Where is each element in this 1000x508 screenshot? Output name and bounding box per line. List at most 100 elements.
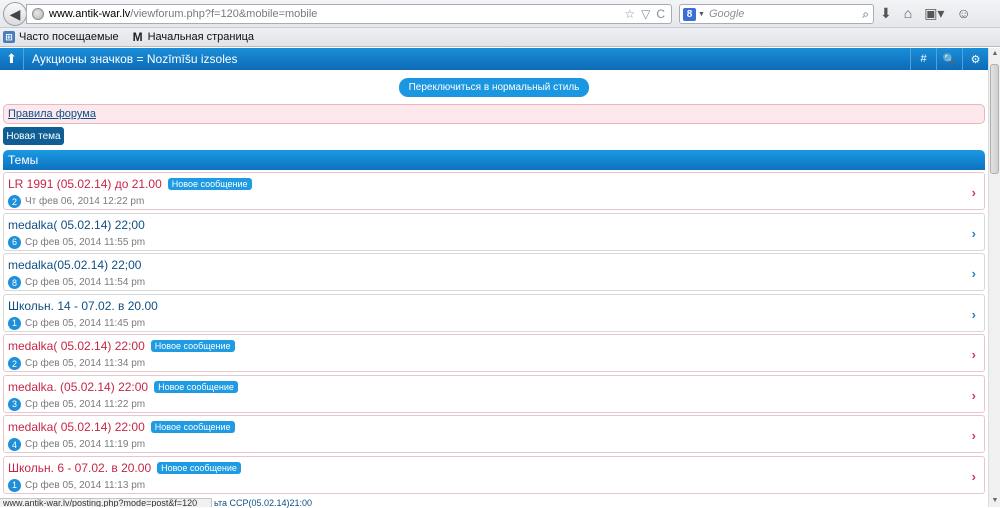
- page-viewport: ⬆ Аукционы значков = Nozīmīšu izsoles # …: [0, 48, 988, 507]
- topic-title[interactable]: LR 1991 (05.02.14) до 21.00 Новое сообщен…: [8, 177, 252, 191]
- switch-style-button[interactable]: Переключиться в нормальный стиль: [399, 78, 589, 97]
- topic-title-text[interactable]: medalka( 05.02.14) 22:00: [8, 420, 145, 434]
- topic-title[interactable]: medalka( 05.02.14) 22;00: [8, 218, 145, 232]
- new-message-badge: Новое сообщение: [157, 461, 241, 474]
- topic-meta: 2 Ср фев 05, 2014 11:34 pm: [8, 357, 145, 370]
- address-bar[interactable]: www.antik-war.lv/viewforum.php?f=120&mob…: [26, 4, 672, 24]
- forum-title: Аукционы значков = Nozīmīšu izsoles: [32, 52, 238, 66]
- topic-title[interactable]: Школьн. 14 - 07.02. в 20.00: [8, 299, 158, 313]
- topic-meta: 6 Ср фев 05, 2014 11:55 pm: [8, 235, 146, 249]
- chevron-right-icon[interactable]: ›: [972, 388, 976, 403]
- topic-date: Ср фев 05, 2014 11:54 pm: [25, 277, 146, 288]
- up-arrow-icon[interactable]: ⬆: [0, 48, 24, 70]
- topic-meta: 8 Ср фев 05, 2014 11:54 pm: [8, 276, 145, 289]
- topic-date: Чт фев 06, 2014 12:22 pm: [25, 196, 145, 207]
- forum-rules-link[interactable]: Правила форума: [8, 108, 96, 120]
- topic-row[interactable]: medalka(05.02.14) 22;00 8 Ср фев 05, 2014 …: [3, 253, 985, 291]
- chevron-right-icon[interactable]: ›: [972, 428, 976, 443]
- reply-count-badge: 8: [8, 276, 21, 289]
- reload-icon[interactable]: C: [656, 7, 665, 21]
- bookmark-frequent[interactable]: ⊞ Часто посещаемые: [3, 31, 119, 43]
- topic-title[interactable]: medalka. (05.02.14) 22:00 Новое сообщение: [8, 380, 238, 394]
- url-path: /viewforum.php?f=120&mobile=mobile: [130, 8, 318, 20]
- bookmarks-bar: ⊞ Часто посещаемые M Начальная страница: [0, 28, 1000, 47]
- header-buttons: # 🔍 ⚙: [910, 48, 988, 70]
- search-engine-caret-icon[interactable]: ▼: [698, 11, 705, 18]
- scroll-down-icon[interactable]: ▼: [990, 495, 1000, 507]
- chevron-right-icon[interactable]: ›: [972, 469, 976, 484]
- chevron-right-icon[interactable]: ›: [972, 185, 976, 200]
- hash-icon[interactable]: #: [910, 48, 936, 70]
- url-actions: ☆ ▽ C: [624, 7, 665, 21]
- forum-header: ⬆ Аукционы значков = Nozīmīšu izsoles # …: [0, 48, 988, 70]
- topic-row[interactable]: Школьн. 6 - 07.02. в 20.00 Новое сообщени…: [3, 455, 985, 494]
- topic-title[interactable]: medalka( 05.02.14) 22:00 Новое сообщение: [8, 420, 235, 434]
- back-arrow-icon[interactable]: ◀: [3, 2, 27, 26]
- topic-row[interactable]: LR 1991 (05.02.14) до 21.00 Новое сообщен…: [3, 172, 985, 210]
- topic-date: Ср фев 05, 2014 11:34 pm: [25, 358, 146, 369]
- chevron-right-icon[interactable]: ›: [972, 307, 976, 322]
- addon-icon[interactable]: ☺: [956, 5, 970, 22]
- topic-title-text[interactable]: medalka(05.02.14) 22;00: [8, 258, 141, 272]
- download-icon[interactable]: ⬇: [880, 5, 892, 22]
- gear-icon[interactable]: ⚙: [962, 48, 988, 70]
- reply-count-badge: 1: [8, 478, 21, 492]
- chevron-right-icon[interactable]: ›: [972, 266, 976, 281]
- frequent-icon: ⊞: [3, 31, 15, 43]
- partial-topic-title: ьта CCP(05.02.14)21:00: [214, 498, 313, 508]
- topic-meta: 4 Ср фев 05, 2014 11:19 pm: [8, 438, 145, 451]
- chevron-right-icon[interactable]: ›: [972, 226, 976, 241]
- scroll-up-icon[interactable]: ▲: [990, 48, 1000, 60]
- topic-meta: 1 Ср фев 05, 2014 11:13 pm: [8, 478, 146, 492]
- topic-title-text[interactable]: Школьн. 14 - 07.02. в 20.00: [8, 299, 158, 313]
- scroll-thumb[interactable]: [990, 64, 999, 174]
- new-topic-button[interactable]: Новая тема: [3, 127, 64, 145]
- topic-title-text[interactable]: LR 1991 (05.02.14) до 21.00: [8, 177, 162, 191]
- topic-row[interactable]: medalka( 05.02.14) 22:00 Новое сообщение 4…: [3, 415, 985, 453]
- topic-row[interactable]: medalka( 05.02.14) 22:00 Новое сообщение 2…: [3, 334, 985, 372]
- new-message-badge: Новое сообщение: [150, 340, 235, 352]
- topics-heading: Темы: [3, 150, 985, 170]
- topic-meta: 2 Чт фев 06, 2014 12:22 pm: [8, 195, 144, 208]
- topic-title[interactable]: Школьн. 6 - 07.02. в 20.00 Новое сообщени…: [8, 461, 241, 475]
- chevron-right-icon[interactable]: ›: [972, 347, 976, 362]
- search-icon[interactable]: 🔍: [936, 48, 962, 70]
- bookmarks-menu-icon[interactable]: ▣▾: [924, 5, 944, 22]
- globe-icon: [32, 8, 44, 20]
- vertical-scrollbar[interactable]: ▲ ▼: [988, 48, 1000, 507]
- topic-title-text[interactable]: medalka( 05.02.14) 22;00: [8, 218, 145, 232]
- topic-meta: 1 Ср фев 05, 2014 11:45 pm: [8, 316, 146, 330]
- new-message-badge: Новое сообщение: [167, 178, 252, 190]
- topic-title-text[interactable]: medalka. (05.02.14) 22:00: [8, 380, 148, 394]
- home-icon[interactable]: ⌂: [904, 5, 912, 22]
- browser-toolbar: ◀ www.antik-war.lv/viewforum.php?f=120&m…: [0, 0, 1000, 28]
- status-bar: www.antik-war.lv/posting.php?mode=post&f…: [0, 498, 212, 507]
- magnifier-icon[interactable]: ⌕: [862, 7, 869, 22]
- bookmark-homepage[interactable]: M Начальная страница: [132, 30, 255, 44]
- bookmark-label: Начальная страница: [147, 31, 255, 43]
- search-engine-icon[interactable]: 8: [683, 7, 696, 21]
- bookmark-star-icon[interactable]: ☆: [624, 7, 635, 21]
- reply-count-badge: 2: [8, 195, 21, 208]
- topic-title-text[interactable]: Школьн. 6 - 07.02. в 20.00: [8, 461, 151, 475]
- search-box[interactable]: 8 ▼ Google ⌕: [679, 4, 874, 24]
- topic-date: Ср фев 05, 2014 11:19 pm: [25, 439, 146, 450]
- topic-row[interactable]: Школьн. 14 - 07.02. в 20.00 1 Ср фев 05, 2…: [3, 293, 985, 332]
- topic-date: Ср фев 05, 2014 11:13 pm: [25, 479, 146, 491]
- topic-title[interactable]: medalka(05.02.14) 22;00: [8, 258, 141, 272]
- dropdown-arrow-icon[interactable]: ▽: [641, 7, 650, 21]
- topic-row[interactable]: medalka. (05.02.14) 22:00 Новое сообщение…: [3, 374, 985, 413]
- reply-count-badge: 6: [8, 235, 21, 249]
- topic-title[interactable]: medalka( 05.02.14) 22:00 Новое сообщение: [8, 339, 235, 353]
- topic-row[interactable]: medalka( 05.02.14) 22;00 6 Ср фев 05, 2014…: [3, 212, 985, 251]
- topic-date: Ср фев 05, 2014 11:55 pm: [25, 236, 146, 248]
- topic-date: Ср фев 05, 2014 11:45 pm: [25, 317, 146, 329]
- topic-date: Ср фев 05, 2014 11:22 pm: [25, 398, 146, 410]
- forum-rules-box: Правила форума: [3, 104, 985, 124]
- topic-title-text[interactable]: medalka( 05.02.14) 22:00: [8, 339, 145, 353]
- toolbar-icons: ⬇ ⌂ ▣▾ ☺: [880, 5, 971, 22]
- reply-count-badge: 3: [8, 397, 21, 411]
- search-placeholder: Google: [708, 8, 745, 20]
- topic-meta: 3 Ср фев 05, 2014 11:22 pm: [8, 397, 146, 411]
- reply-count-badge: 1: [8, 316, 21, 330]
